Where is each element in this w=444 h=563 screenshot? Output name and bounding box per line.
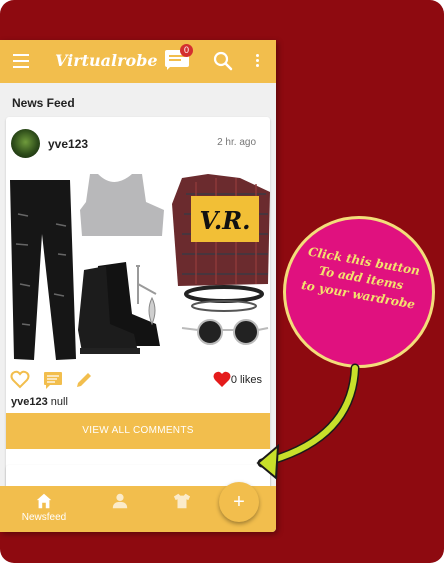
- app-bar: Virtualrobe 0: [0, 40, 276, 83]
- phone-screen: Virtualrobe 0 News Feed yve123 2 hr. ago: [0, 40, 276, 532]
- post-username[interactable]: yve123: [48, 137, 88, 151]
- heart-outline-icon[interactable]: [10, 370, 30, 390]
- menu-icon[interactable]: [13, 54, 29, 68]
- jacket-item: V.R.: [172, 174, 270, 286]
- person-icon: [112, 493, 128, 509]
- heart-filled-icon[interactable]: [212, 370, 232, 390]
- nav-item-profile[interactable]: [96, 492, 144, 530]
- earring-item: [136, 265, 157, 326]
- edit-icon[interactable]: [74, 370, 94, 390]
- search-icon[interactable]: [213, 51, 233, 71]
- add-item-fab[interactable]: +: [219, 482, 259, 522]
- avatar[interactable]: [11, 129, 40, 158]
- section-title: News Feed: [12, 96, 75, 110]
- caption-username[interactable]: yve123: [11, 396, 48, 408]
- caption-text: null: [50, 396, 68, 408]
- jeans-item: [10, 180, 76, 360]
- nav-label-newsfeed: Newsfeed: [21, 512, 67, 523]
- tutorial-callout: Click this button To add items to your w…: [283, 216, 435, 368]
- chat-icon[interactable]: 0: [165, 44, 193, 70]
- crop-top-item: [80, 174, 164, 236]
- choker-item: [184, 285, 264, 312]
- post-actions: [8, 370, 268, 390]
- likes-count: 0 likes: [230, 374, 262, 386]
- more-options-icon[interactable]: [256, 54, 260, 70]
- view-all-comments-button[interactable]: VIEW ALL COMMENTS: [6, 413, 270, 449]
- home-icon: [36, 493, 52, 509]
- post-caption: yve123 null: [11, 396, 68, 408]
- shirt-icon: [173, 493, 191, 509]
- app-title: Virtualrobe: [55, 51, 158, 70]
- nav-item-newsfeed[interactable]: Newsfeed: [20, 492, 68, 530]
- svg-text:V.R.: V.R.: [199, 206, 250, 235]
- boots-item: [78, 262, 160, 354]
- post-card: yve123 2 hr. ago V.R. 0 likes yve123 nul…: [6, 117, 270, 489]
- outfit-image[interactable]: V.R.: [6, 174, 270, 369]
- notification-badge: 0: [180, 44, 193, 57]
- sunglasses-item: [181, 319, 269, 345]
- callout-text: Click this button To add items to your w…: [289, 241, 434, 315]
- nav-item-wardrobe-items[interactable]: [158, 492, 206, 530]
- comment-icon[interactable]: [43, 370, 63, 390]
- post-time: 2 hr. ago: [217, 137, 256, 148]
